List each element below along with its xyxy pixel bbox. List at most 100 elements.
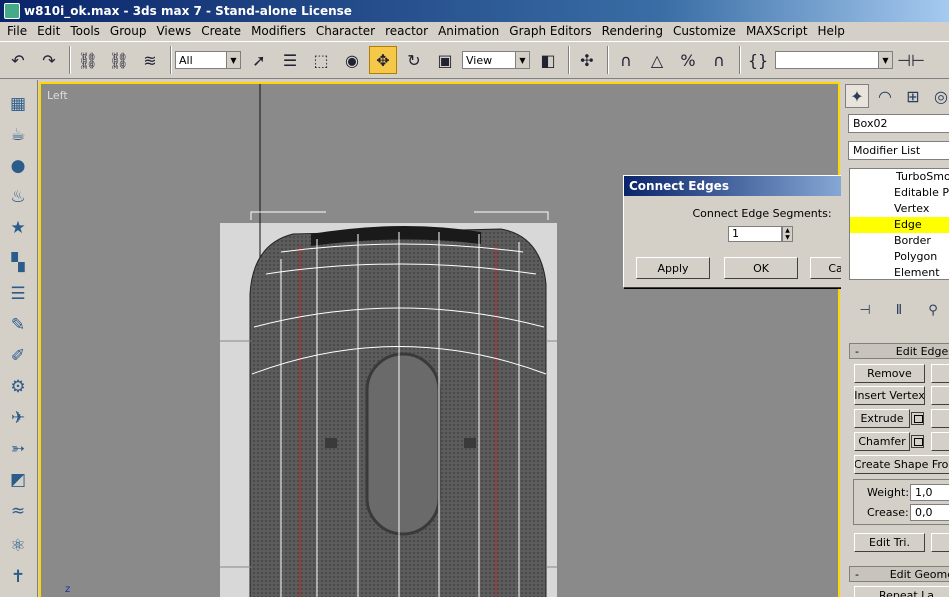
turn-button[interactable] <box>931 533 949 552</box>
select-object-icon[interactable]: ➚ <box>245 46 273 74</box>
menu-maxscript[interactable]: MAXScript <box>741 23 813 40</box>
star-icon[interactable]: ★ <box>6 216 30 240</box>
viewport-label[interactable]: Left <box>47 89 68 102</box>
angle-snap-icon[interactable]: △ <box>643 46 671 74</box>
reference-coordinate-dropdown[interactable]: View ▼ <box>462 51 530 69</box>
target-weld-button[interactable] <box>931 409 949 428</box>
stack-item-vertex[interactable]: Vertex <box>850 201 949 217</box>
snap-toggle-icon[interactable]: ∩ <box>612 46 640 74</box>
edit-geometry-rollout-header[interactable]: - Edit Geome <box>849 566 949 582</box>
crease-input[interactable]: 0,0 <box>910 504 949 521</box>
weld-button[interactable] <box>931 386 949 405</box>
menu-graph-editors[interactable]: Graph Editors <box>504 23 596 40</box>
selection-filter-dropdown[interactable]: All ▼ <box>175 51 241 69</box>
stack-item-polygon[interactable]: Polygon <box>850 249 949 265</box>
cloth-icon[interactable]: ◩ <box>6 468 30 492</box>
menu-reactor[interactable]: reactor <box>380 23 433 40</box>
edit-tri-button[interactable]: Edit Tri. <box>854 533 925 552</box>
select-and-manipulate-icon[interactable]: ✣ <box>573 46 601 74</box>
sphere-icon[interactable]: ● <box>6 154 30 178</box>
select-and-scale-icon[interactable]: ▣ <box>431 46 459 74</box>
connect-button[interactable] <box>931 432 949 451</box>
repeat-last-button[interactable]: Repeat La <box>854 586 949 597</box>
stack-item-turbosmooth[interactable]: TurboSmooth <box>850 169 949 185</box>
undo-icon[interactable]: ↶ <box>4 46 32 74</box>
create-shape-button[interactable]: Create Shape From <box>854 455 949 474</box>
unlink-icon[interactable]: ⛓ <box>105 46 133 74</box>
reactor-icon[interactable]: ⚛ <box>6 534 30 558</box>
object-name-field[interactable]: Box02 <box>848 114 949 133</box>
pen-icon[interactable]: ✎ <box>6 313 30 337</box>
left-viewport[interactable]: Left z <box>39 82 840 597</box>
weight-input[interactable]: 1,0 <box>910 484 949 501</box>
insert-vertex-button[interactable]: Insert Vertex <box>854 386 925 405</box>
biped-icon[interactable]: ✝ <box>6 565 30 589</box>
chevron-down-icon: ▼ <box>226 52 240 68</box>
pivot-center-icon[interactable]: ◧ <box>534 46 562 74</box>
menu-character[interactable]: Character <box>311 23 380 40</box>
redo-icon[interactable]: ↷ <box>35 46 63 74</box>
menu-modifiers[interactable]: Modifiers <box>246 23 311 40</box>
mirror-icon[interactable]: ⊣⊢ <box>897 46 925 74</box>
gear-icon[interactable]: ⚙ <box>6 375 30 399</box>
select-and-rotate-icon[interactable]: ↻ <box>400 46 428 74</box>
menu-tools[interactable]: Tools <box>65 23 105 40</box>
menu-animation[interactable]: Animation <box>433 23 504 40</box>
stack-item-editable-poly[interactable]: Editable Poly <box>850 185 949 201</box>
apply-button[interactable]: Apply <box>636 257 710 279</box>
window-title: w810i_ok.max - 3ds max 7 - Stand-alone L… <box>24 4 352 18</box>
select-and-link-icon[interactable]: ⛓ <box>74 46 102 74</box>
extrude-button[interactable]: Extrude <box>854 409 910 428</box>
menu-edit[interactable]: Edit <box>32 23 65 40</box>
rectangular-selection-icon[interactable]: ⬚ <box>307 46 335 74</box>
pin-stack-icon[interactable]: ⊣ <box>853 298 877 322</box>
named-selection-dropdown[interactable]: ▼ <box>775 51 893 69</box>
segments-spinner-input[interactable]: 1 <box>728 226 782 242</box>
grid-icon[interactable]: ▚ <box>6 251 30 275</box>
stack-item-element[interactable]: Element <box>850 265 949 281</box>
modify-tab-icon[interactable]: ◠ <box>873 84 897 108</box>
fish-icon[interactable]: ➳ <box>6 437 30 461</box>
layers-icon[interactable]: ▦ <box>6 92 30 116</box>
bird-icon[interactable]: ✈ <box>6 406 30 430</box>
extrude-settings-icon[interactable] <box>911 412 924 425</box>
motion-tab-icon[interactable]: ◎ <box>929 84 949 108</box>
modifier-list-dropdown[interactable]: Modifier List <box>848 141 949 160</box>
water-icon[interactable]: ≈ <box>6 499 30 523</box>
split-button[interactable] <box>931 364 949 383</box>
chamfer-settings-icon[interactable] <box>911 435 924 448</box>
bbox-bracket <box>250 211 326 220</box>
spinner-arrows-icon[interactable]: ▲ ▼ <box>782 226 793 242</box>
edit-named-selection-icon[interactable]: {} <box>744 46 772 74</box>
select-by-name-icon[interactable]: ☰ <box>276 46 304 74</box>
hierarchy-tab-icon[interactable]: ⊞ <box>901 84 925 108</box>
percent-snap-icon[interactable]: % <box>674 46 702 74</box>
collapse-icon: - <box>855 344 859 358</box>
chamfer-button[interactable]: Chamfer <box>854 432 910 451</box>
cylinder-icon[interactable]: ☰ <box>6 282 30 306</box>
menu-file[interactable]: File <box>2 23 32 40</box>
menu-create[interactable]: Create <box>196 23 246 40</box>
menu-help[interactable]: Help <box>813 23 850 40</box>
menu-rendering[interactable]: Rendering <box>597 23 668 40</box>
menu-customize[interactable]: Customize <box>668 23 741 40</box>
select-and-move-icon[interactable]: ✥ <box>369 46 397 74</box>
menu-group[interactable]: Group <box>105 23 152 40</box>
create-tab-icon[interactable]: ✦ <box>845 84 869 108</box>
axis-z-label: z <box>65 584 71 595</box>
edit-edges-rollout-header[interactable]: - Edit Edges <box>849 343 949 359</box>
remove-button[interactable]: Remove <box>854 364 925 383</box>
main-toolbar: ↶ ↷ ⛓ ⛓ ≋ All ▼ ➚ ☰ ⬚ ◉ ✥ ↻ ▣ View ▼ ◧ ✣… <box>0 41 949 79</box>
stack-item-border[interactable]: Border <box>850 233 949 249</box>
lamp-icon[interactable]: ♨ <box>6 185 30 209</box>
spinner-snap-icon[interactable]: ∩ <box>705 46 733 74</box>
bind-space-warp-icon[interactable]: ≋ <box>136 46 164 74</box>
stack-item-edge[interactable]: Edge <box>850 217 949 233</box>
make-unique-icon[interactable]: ⚲ <box>921 298 945 322</box>
menu-views[interactable]: Views <box>151 23 196 40</box>
window-crossing-icon[interactable]: ◉ <box>338 46 366 74</box>
show-end-result-icon[interactable]: Ⅱ <box>887 298 911 322</box>
teapot-icon[interactable]: ☕ <box>6 123 30 147</box>
ok-button[interactable]: OK <box>724 257 798 279</box>
brush-icon[interactable]: ✐ <box>6 344 30 368</box>
